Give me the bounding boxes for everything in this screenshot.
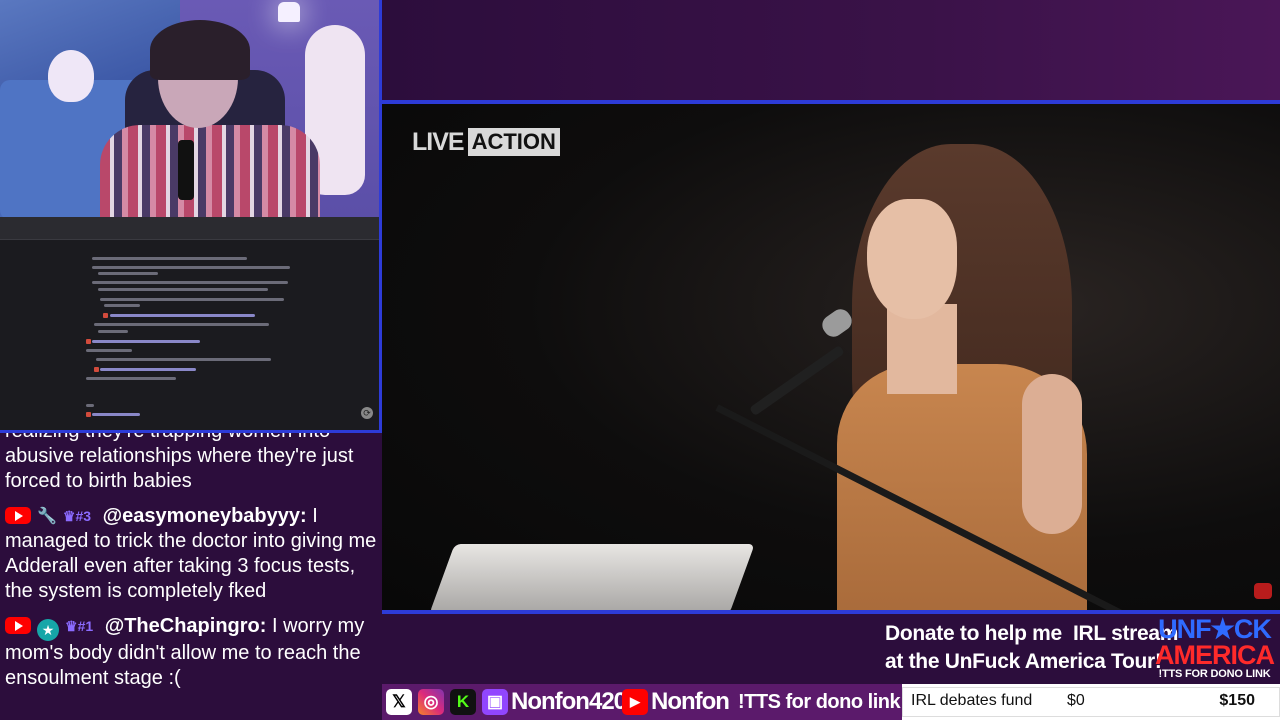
chat-message: 🔧 ♛#3 @easymoneybabyyy: I managed to tric… — [0, 504, 382, 604]
live-action-logo: LIVE ACTION — [412, 128, 560, 156]
doc-line — [96, 358, 271, 361]
podium — [429, 544, 755, 611]
donate-line-2: at the UnFuck America Tour! — [885, 650, 1162, 673]
youtube-icon — [5, 507, 31, 524]
twitch-icon: ▣ — [482, 689, 508, 715]
brand-line-2: AMERICA — [1155, 640, 1275, 670]
screen-share-document: ⟳ — [0, 217, 382, 430]
x-icon: 𝕏 — [386, 689, 412, 715]
youtube-link[interactable]: ▶ Nonfon — [622, 688, 730, 716]
chat-panel: realizing they're trapping women into ab… — [0, 430, 382, 720]
doc-line — [86, 377, 176, 380]
speaker-arm — [1022, 374, 1082, 534]
tts-info: !TTS for dono link — [738, 688, 901, 716]
doc-link-marker — [103, 313, 108, 318]
doc-link[interactable] — [100, 368, 196, 371]
doc-link[interactable] — [92, 340, 200, 343]
youtube-icon — [5, 617, 31, 634]
webcam-microphone — [178, 140, 194, 200]
kick-link[interactable]: K — [450, 688, 476, 716]
doc-link-marker — [86, 412, 91, 417]
chat-message-text: abusive relationships where they're just… — [5, 445, 354, 492]
doc-line — [86, 404, 94, 407]
fund-goal-widget: IRL debates fund $0 $150 — [902, 687, 1280, 717]
speaker-face — [867, 199, 957, 319]
x-link[interactable]: 𝕏 — [386, 688, 412, 716]
doc-line — [100, 298, 284, 301]
crown-badge-icon: ♛#3 — [62, 508, 92, 524]
doc-line — [98, 330, 128, 333]
webcam-mask — [48, 50, 94, 102]
webcam-person-hair — [150, 20, 250, 80]
twitch-handle[interactable]: Nonfon420 — [511, 688, 627, 716]
instagram-link[interactable]: ◎ — [418, 688, 444, 716]
tts-text: !TTS for dono link — [738, 690, 901, 713]
instagram-icon: ◎ — [418, 689, 444, 715]
doc-link-marker — [94, 367, 99, 372]
brand-line-3: !TTS FOR DONO LINK — [1158, 668, 1271, 680]
doc-link[interactable] — [92, 413, 140, 416]
crown-badge-icon: ♛#1 — [65, 618, 94, 634]
chat-partial-line: realizing they're trapping women into — [5, 430, 331, 442]
webcam-lamp — [278, 2, 300, 22]
doc-line — [86, 349, 132, 352]
fund-current: $0 — [1067, 692, 1085, 709]
doc-line — [104, 304, 140, 307]
donate-banner: Donate to help me IRL stream at the UnFu… — [382, 614, 1280, 684]
doc-line — [98, 272, 158, 275]
star-icon: ★ — [37, 619, 59, 641]
fund-label: IRL debates fund — [911, 692, 1033, 709]
kick-icon: K — [450, 689, 476, 715]
youtube-handle[interactable]: Nonfon — [651, 688, 730, 716]
social-bar: 𝕏 ◎ K ▣ Nonfon420 ▶ Nonfon !TTS for dono… — [382, 684, 1280, 720]
twitch-link[interactable]: ▣ Nonfon420 — [482, 688, 627, 716]
logo-live-text: LIVE — [412, 128, 465, 156]
chat-username[interactable]: @easymoneybabyyy: — [103, 505, 307, 527]
main-video[interactable]: LIVE ACTION — [382, 104, 1280, 611]
webcam-person-shirt — [100, 125, 320, 217]
top-banner-background — [382, 0, 1280, 103]
browser-chrome — [0, 217, 379, 240]
doc-link-marker — [86, 339, 91, 344]
donate-line-1: Donate to help me IRL stream — [885, 622, 1179, 645]
wrench-icon: 🔧 — [37, 508, 57, 525]
youtube-watermark-icon[interactable] — [1254, 583, 1272, 599]
logo-action-text: ACTION — [467, 128, 560, 156]
brand-line-1: UNF★CK — [1158, 614, 1272, 644]
doc-line — [92, 281, 288, 284]
donate-text: Donate to help me IRL stream at the UnFu… — [885, 620, 1178, 676]
unfuck-america-logo: UNF★CK AMERICA !TTS FOR DONO LINK — [1152, 616, 1277, 681]
doc-link[interactable] — [110, 314, 255, 317]
doc-line — [92, 266, 290, 269]
fund-goal: $150 — [1219, 692, 1255, 709]
doc-options-icon[interactable]: ⟳ — [361, 407, 373, 419]
doc-line — [92, 257, 247, 260]
doc-line — [94, 323, 269, 326]
webcam-feed — [0, 0, 382, 217]
chat-username[interactable]: @TheChapingro: — [105, 615, 267, 637]
youtube-icon: ▶ — [622, 689, 648, 715]
doc-line — [98, 288, 268, 291]
chat-message: ★ ♛#1 @TheChapingro: I worry my mom's bod… — [0, 614, 382, 691]
